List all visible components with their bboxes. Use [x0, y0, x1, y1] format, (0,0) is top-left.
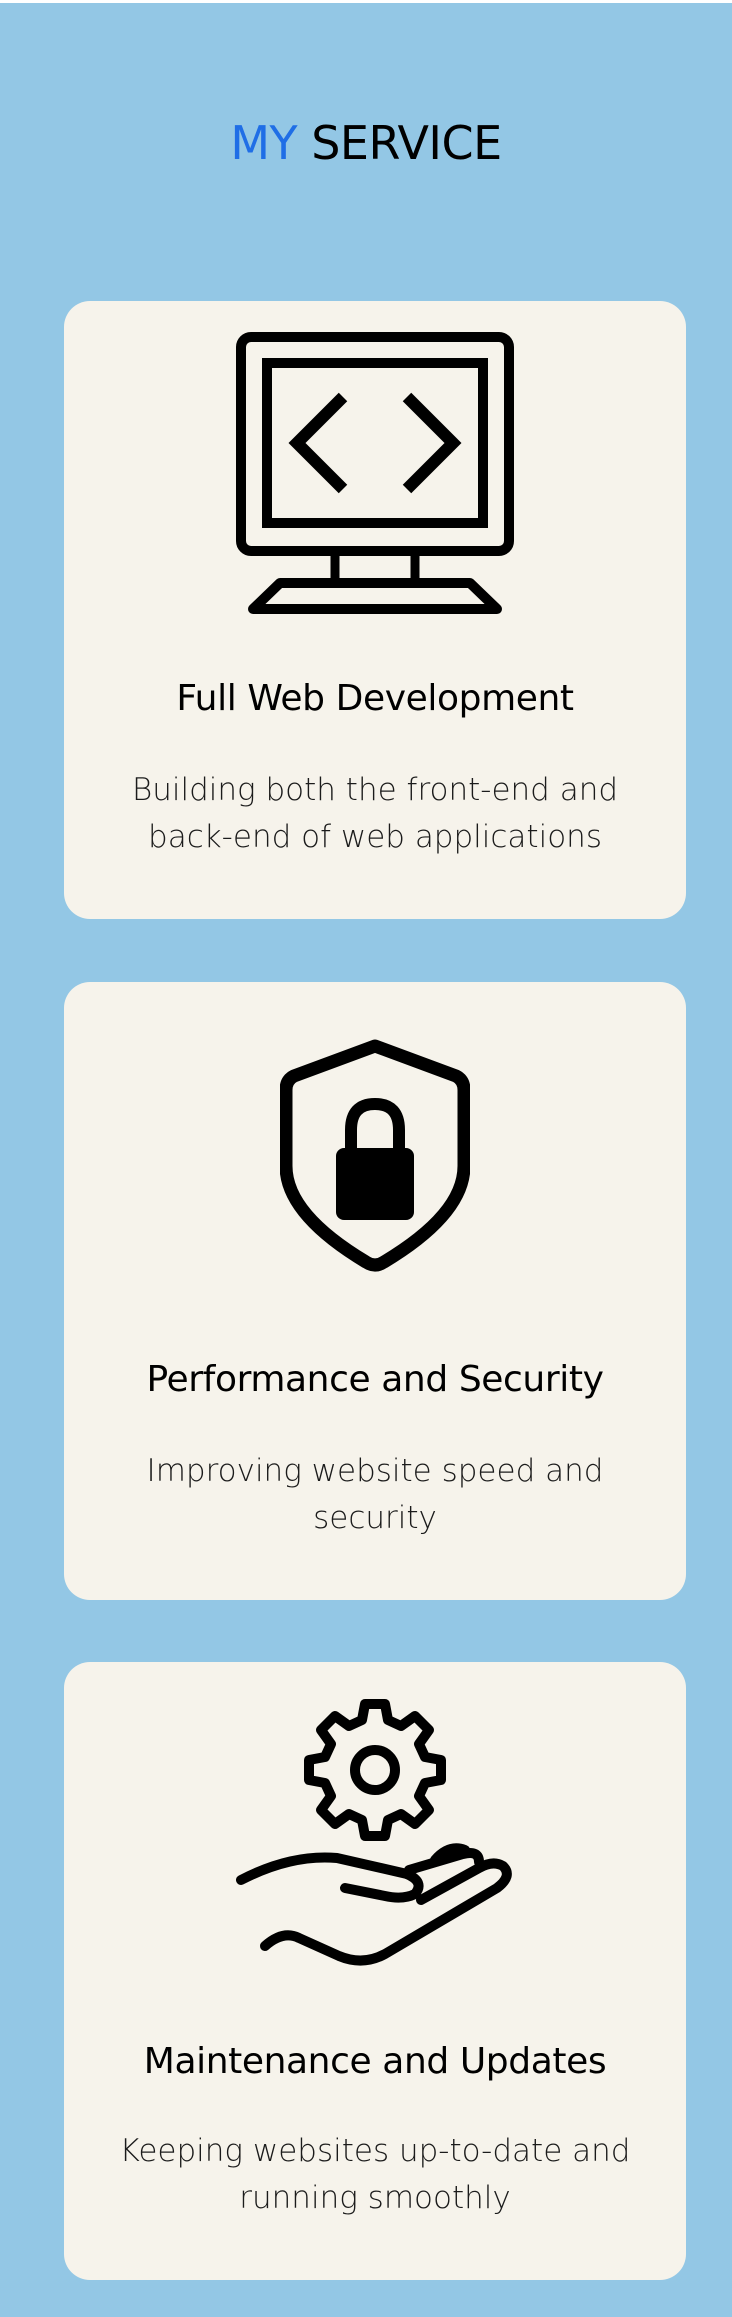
service-title: Full Web Development: [176, 678, 574, 719]
section-title-rest: SERVICE: [311, 116, 502, 170]
service-title: Performance and Security: [146, 1359, 604, 1400]
gear-hand-icon: [64, 1694, 686, 1994]
service-card-performance-security: Performance and Security Improving websi…: [64, 982, 686, 1600]
code-monitor-icon: [64, 331, 686, 631]
service-description: Improving website speed and security: [146, 1453, 604, 1536]
top-strip: [0, 0, 732, 3]
service-card-web-development: Full Web Development Building both the f…: [64, 301, 686, 919]
service-description: Keeping websites up-to-date and running …: [119, 2133, 631, 2216]
service-title: Maintenance and Updates: [143, 2041, 607, 2082]
section-title-accent: MY: [230, 116, 298, 170]
service-card-maintenance-updates: Maintenance and Updates Keeping websites…: [64, 1662, 686, 2280]
section-title: MY SERVICE: [0, 112, 732, 174]
shield-lock-icon: [64, 1038, 686, 1338]
service-description: Building both the front-end and back-end…: [131, 772, 619, 855]
